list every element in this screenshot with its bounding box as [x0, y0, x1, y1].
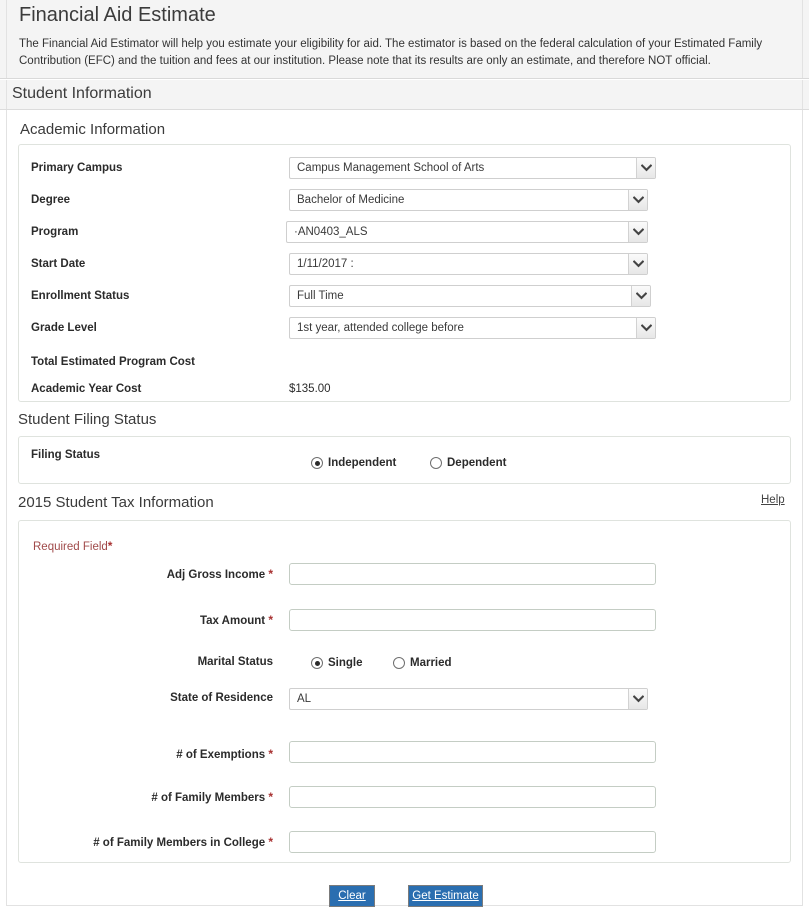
value-academic-year-cost: $135.00	[289, 383, 331, 395]
label-program: Program	[31, 226, 78, 238]
label-number-of-family-members-in-college: # of Family Members in College *	[19, 835, 273, 849]
radio-indicator-independent	[311, 457, 323, 469]
intro-block: Financial Aid Estimate The Financial Aid…	[0, 0, 809, 79]
required-asterisk: *	[268, 835, 273, 849]
required-field-note-text: Required Field	[33, 541, 108, 553]
chevron-down-icon	[636, 158, 655, 178]
label-tax-amount: Tax Amount *	[19, 613, 273, 627]
label-number-of-family-members-text: # of Family Members	[151, 792, 265, 804]
label-degree: Degree	[31, 194, 70, 206]
clear-button[interactable]: Clear	[329, 885, 375, 907]
label-enrollment-status: Enrollment Status	[31, 290, 129, 302]
label-state-of-residence: State of Residence	[19, 692, 273, 704]
label-academic-year-cost: Academic Year Cost	[31, 383, 141, 395]
required-asterisk: *	[108, 539, 113, 553]
label-number-of-exemptions: # of Exemptions *	[19, 747, 273, 761]
select-degree[interactable]: Bachelor of Medicine	[289, 189, 648, 211]
select-start-date[interactable]: 1/11/2017 :	[289, 253, 648, 275]
select-grade-level-value: 1st year, attended college before	[297, 318, 633, 338]
section-heading-student-information: Student Information	[12, 85, 152, 103]
required-asterisk: *	[268, 747, 273, 761]
label-number-of-family-members: # of Family Members *	[19, 790, 273, 804]
input-number-of-exemptions[interactable]	[289, 741, 656, 763]
radio-indicator-single	[311, 657, 323, 669]
chevron-down-icon	[628, 222, 647, 242]
required-asterisk: *	[268, 613, 273, 627]
chevron-down-icon	[628, 190, 647, 210]
select-state-of-residence[interactable]: AL	[289, 688, 648, 710]
financial-aid-estimate-page: Financial Aid Estimate The Financial Aid…	[0, 0, 809, 916]
required-field-note: Required Field*	[33, 539, 112, 553]
select-enrollment-status[interactable]: Full Time	[289, 285, 651, 307]
input-tax-amount[interactable]	[289, 609, 656, 631]
radio-indicator-married	[393, 657, 405, 669]
intro-description: The Financial Aid Estimator will help yo…	[19, 36, 795, 70]
input-number-of-family-members[interactable]	[289, 786, 656, 808]
academic-information-panel: Primary Campus Degree Program Start Date…	[18, 144, 791, 402]
label-adj-gross-income: Adj Gross Income *	[19, 567, 273, 581]
chevron-down-icon	[628, 689, 647, 709]
page-title: Financial Aid Estimate	[19, 4, 216, 27]
radio-marital-status-single[interactable]: Single	[311, 657, 363, 669]
radio-label-single: Single	[328, 657, 363, 669]
select-primary-campus[interactable]: Campus Management School of Arts	[289, 157, 656, 179]
select-state-of-residence-value: AL	[297, 689, 625, 709]
select-grade-level[interactable]: 1st year, attended college before	[289, 317, 656, 339]
chevron-down-icon	[628, 254, 647, 274]
help-link[interactable]: Help	[761, 494, 785, 506]
get-estimate-button[interactable]: Get Estimate	[408, 885, 483, 907]
label-adj-gross-income-text: Adj Gross Income	[167, 569, 265, 581]
label-primary-campus: Primary Campus	[31, 162, 122, 174]
chevron-down-icon	[636, 318, 655, 338]
section-heading-student-filing-status: Student Filing Status	[18, 411, 156, 428]
section-heading-academic-information: Academic Information	[20, 121, 165, 138]
radio-filing-status-dependent[interactable]: Dependent	[430, 457, 506, 469]
radio-filing-status-independent[interactable]: Independent	[311, 457, 396, 469]
input-number-of-family-members-in-college[interactable]	[289, 831, 656, 853]
intro-inner: Financial Aid Estimate The Financial Aid…	[6, 0, 803, 78]
select-program-value: ·AN0403_ALS	[294, 222, 625, 242]
label-filing-status: Filing Status	[31, 449, 100, 461]
label-total-estimated-program-cost: Total Estimated Program Cost	[31, 356, 195, 368]
radio-label-married: Married	[410, 657, 452, 669]
label-grade-level: Grade Level	[31, 322, 97, 334]
select-degree-value: Bachelor of Medicine	[297, 190, 625, 210]
select-program[interactable]: ·AN0403_ALS	[286, 221, 648, 243]
select-enrollment-status-value: Full Time	[297, 286, 628, 306]
label-marital-status: Marital Status	[19, 656, 273, 668]
section-heading-tax-information: 2015 Student Tax Information	[18, 494, 214, 511]
select-primary-campus-value: Campus Management School of Arts	[297, 158, 633, 178]
label-number-of-exemptions-text: # of Exemptions	[176, 749, 265, 761]
tax-information-panel: Required Field* Adj Gross Income * Tax A…	[18, 520, 791, 863]
radio-label-independent: Independent	[328, 457, 396, 469]
select-start-date-value: 1/11/2017 :	[297, 254, 625, 274]
radio-marital-status-married[interactable]: Married	[393, 657, 452, 669]
input-adj-gross-income[interactable]	[289, 563, 656, 585]
required-asterisk: *	[268, 790, 273, 804]
label-number-of-family-members-in-college-text: # of Family Members in College	[93, 837, 265, 849]
label-start-date: Start Date	[31, 258, 85, 270]
chevron-down-icon	[631, 286, 650, 306]
filing-status-panel: Filing Status Independent Dependent	[18, 436, 791, 484]
radio-indicator-dependent	[430, 457, 442, 469]
label-tax-amount-text: Tax Amount	[200, 615, 265, 627]
required-asterisk: *	[268, 567, 273, 581]
radio-label-dependent: Dependent	[447, 457, 506, 469]
